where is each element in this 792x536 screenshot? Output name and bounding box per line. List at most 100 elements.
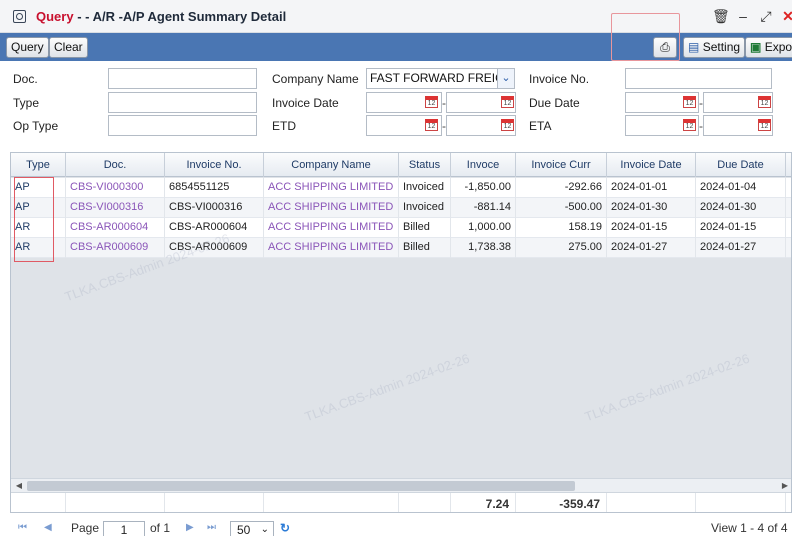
cell-company-link[interactable]: ACC SHIPPING LIMITED — [264, 218, 399, 238]
column-header-invoice-date[interactable]: Invoice Date — [607, 153, 696, 177]
column-header-invoce[interactable]: Invoce — [451, 153, 516, 177]
page-size-value: 50 — [237, 523, 251, 536]
last-page-icon[interactable]: ⏭ — [207, 522, 216, 533]
setting-button[interactable]: ▤ Setting — [683, 37, 746, 58]
totals-row: 7.24 -359.47 — [11, 492, 791, 512]
cell-invoice-no: 6854551125 — [165, 178, 264, 198]
prev-page-icon[interactable]: ◀ — [44, 522, 52, 533]
column-header-type[interactable]: Type — [11, 153, 66, 177]
chevron-down-icon[interactable]: ⌄ — [497, 69, 514, 88]
calendar-icon[interactable]: 12 — [758, 119, 771, 131]
invoice-no-label: Invoice No. — [529, 72, 590, 86]
window-title: Query - - A/R -A/P Agent Summary Detail — [36, 9, 286, 24]
calendar-icon[interactable]: 12 — [758, 96, 771, 108]
op-type-input[interactable] — [108, 115, 257, 136]
totals-cell-empty — [11, 493, 66, 512]
total-invoce: 7.24 — [451, 493, 516, 512]
calendar-icon[interactable]: 12 — [683, 96, 696, 108]
cell-type: AP — [11, 178, 66, 198]
calendar-icon[interactable]: 12 — [425, 96, 438, 108]
horizontal-scrollbar[interactable]: ◀ ▶ — [11, 478, 791, 493]
totals-cell-empty — [607, 493, 696, 512]
column-header-due-date[interactable]: Due Date — [696, 153, 786, 177]
cell-invoce: 1,000.00 — [451, 218, 516, 238]
first-page-icon[interactable]: ⏮ — [18, 522, 27, 533]
cell-type: AR — [11, 218, 66, 238]
cell-invoice-no: CBS-AR000604 — [165, 218, 264, 238]
cell-invoce: 1,738.38 — [451, 238, 516, 258]
column-header-invoice-curr[interactable]: Invoice Curr — [516, 153, 607, 177]
search-window-icon — [13, 10, 26, 23]
column-header-invoice-no[interactable]: Invoice No. — [165, 153, 264, 177]
page-count: of 1 — [150, 521, 171, 535]
table-row[interactable]: AP CBS-VI000316 CBS-VI000316 ACC SHIPPIN… — [11, 198, 791, 218]
cell-invoice-curr: 275.00 — [516, 238, 607, 258]
scroll-right-icon[interactable]: ▶ — [779, 479, 791, 493]
company-name-select[interactable]: FAST FORWARD FREIG — [366, 68, 515, 89]
column-header-company-name[interactable]: Company Name — [264, 153, 399, 177]
scrollbar-thumb[interactable] — [27, 481, 575, 491]
cell-invoice-date: 2024-01-01 — [607, 178, 696, 198]
etd-label: ETD — [272, 119, 296, 133]
close-icon[interactable]: ✕ — [780, 8, 792, 24]
page-number-input[interactable]: 1 — [103, 521, 145, 536]
cell-invoice-curr: -292.66 — [516, 178, 607, 198]
company-name-label: Company Name — [272, 72, 359, 86]
totals-cell-empty — [165, 493, 264, 512]
page-size-select[interactable]: 50 ⌄ — [230, 521, 274, 536]
scroll-left-icon[interactable]: ◀ — [13, 479, 25, 493]
refresh-icon[interactable]: ↻ — [280, 521, 290, 535]
next-page-icon[interactable]: ▶ — [186, 522, 194, 533]
cell-invoice-curr: -500.00 — [516, 198, 607, 218]
column-header-status[interactable]: Status — [399, 153, 451, 177]
cell-doc-link[interactable]: CBS-AR000604 — [66, 218, 165, 238]
excel-icon: ▣ — [750, 40, 762, 54]
table-row[interactable]: AR CBS-AR000609 CBS-AR000609 ACC SHIPPIN… — [11, 238, 791, 258]
cell-status: Billed — [399, 238, 451, 258]
clear-button[interactable]: Clear — [49, 37, 88, 58]
cell-due-date: 2024-01-30 — [696, 198, 786, 218]
cell-status: Invoiced — [399, 178, 451, 198]
print-button[interactable]: ⎙ — [653, 37, 677, 58]
export-label: Expor — [764, 40, 792, 54]
cell-doc-link[interactable]: CBS-VI000316 — [66, 198, 165, 218]
due-date-label: Due Date — [529, 96, 580, 110]
cell-company-link[interactable]: ACC SHIPPING LIMITED — [264, 178, 399, 198]
table-row[interactable]: AR CBS-AR000604 CBS-AR000604 ACC SHIPPIN… — [11, 218, 791, 238]
calendar-icon[interactable]: 12 — [501, 96, 514, 108]
cell-invoice-curr: 158.19 — [516, 218, 607, 238]
printer-icon: ⎙ — [660, 40, 670, 54]
calendar-icon[interactable]: 12 — [501, 119, 514, 131]
calendar-icon[interactable]: 12 — [683, 119, 696, 131]
cell-doc-link[interactable]: CBS-VI000300 — [66, 178, 165, 198]
export-button[interactable]: ▣ Expor — [745, 37, 792, 58]
table-row[interactable]: AP CBS-VI000300 6854551125 ACC SHIPPING … — [11, 178, 791, 198]
query-button[interactable]: Query — [6, 37, 49, 58]
invoice-no-input[interactable] — [625, 68, 772, 89]
cell-invoce: -881.14 — [451, 198, 516, 218]
cell-company-link[interactable]: ACC SHIPPING LIMITED — [264, 238, 399, 258]
calendar-icon[interactable]: 12 — [425, 119, 438, 131]
totals-cell-empty — [399, 493, 451, 512]
doc-input[interactable] — [108, 68, 257, 89]
cell-invoce: -1,850.00 — [451, 178, 516, 198]
title-report-name: - - A/R -A/P Agent Summary Detail — [73, 9, 287, 24]
cell-due-date: 2024-01-27 — [696, 238, 786, 258]
cell-type: AP — [11, 198, 66, 218]
minimize-icon[interactable]: – — [735, 8, 751, 24]
title-query-part: Query — [36, 9, 74, 24]
cell-due-date: 2024-01-15 — [696, 218, 786, 238]
doc-label: Doc. — [13, 72, 38, 86]
maximize-icon[interactable]: ⤢ — [758, 8, 774, 24]
trash-icon[interactable]: 🗑 — [712, 8, 730, 24]
grid-header: Type Doc. Invoice No. Company Name Statu… — [11, 153, 791, 177]
cell-doc-link[interactable]: CBS-AR000609 — [66, 238, 165, 258]
type-input[interactable] — [108, 92, 257, 113]
cell-company-link[interactable]: ACC SHIPPING LIMITED — [264, 198, 399, 218]
cell-invoice-date: 2024-01-15 — [607, 218, 696, 238]
total-invoice-curr: -359.47 — [516, 493, 607, 512]
window-title-bar: Query - - A/R -A/P Agent Summary Detail … — [0, 0, 792, 33]
column-header-doc[interactable]: Doc. — [66, 153, 165, 177]
cell-invoice-no: CBS-AR000609 — [165, 238, 264, 258]
chevron-down-icon: ⌄ — [260, 524, 269, 535]
